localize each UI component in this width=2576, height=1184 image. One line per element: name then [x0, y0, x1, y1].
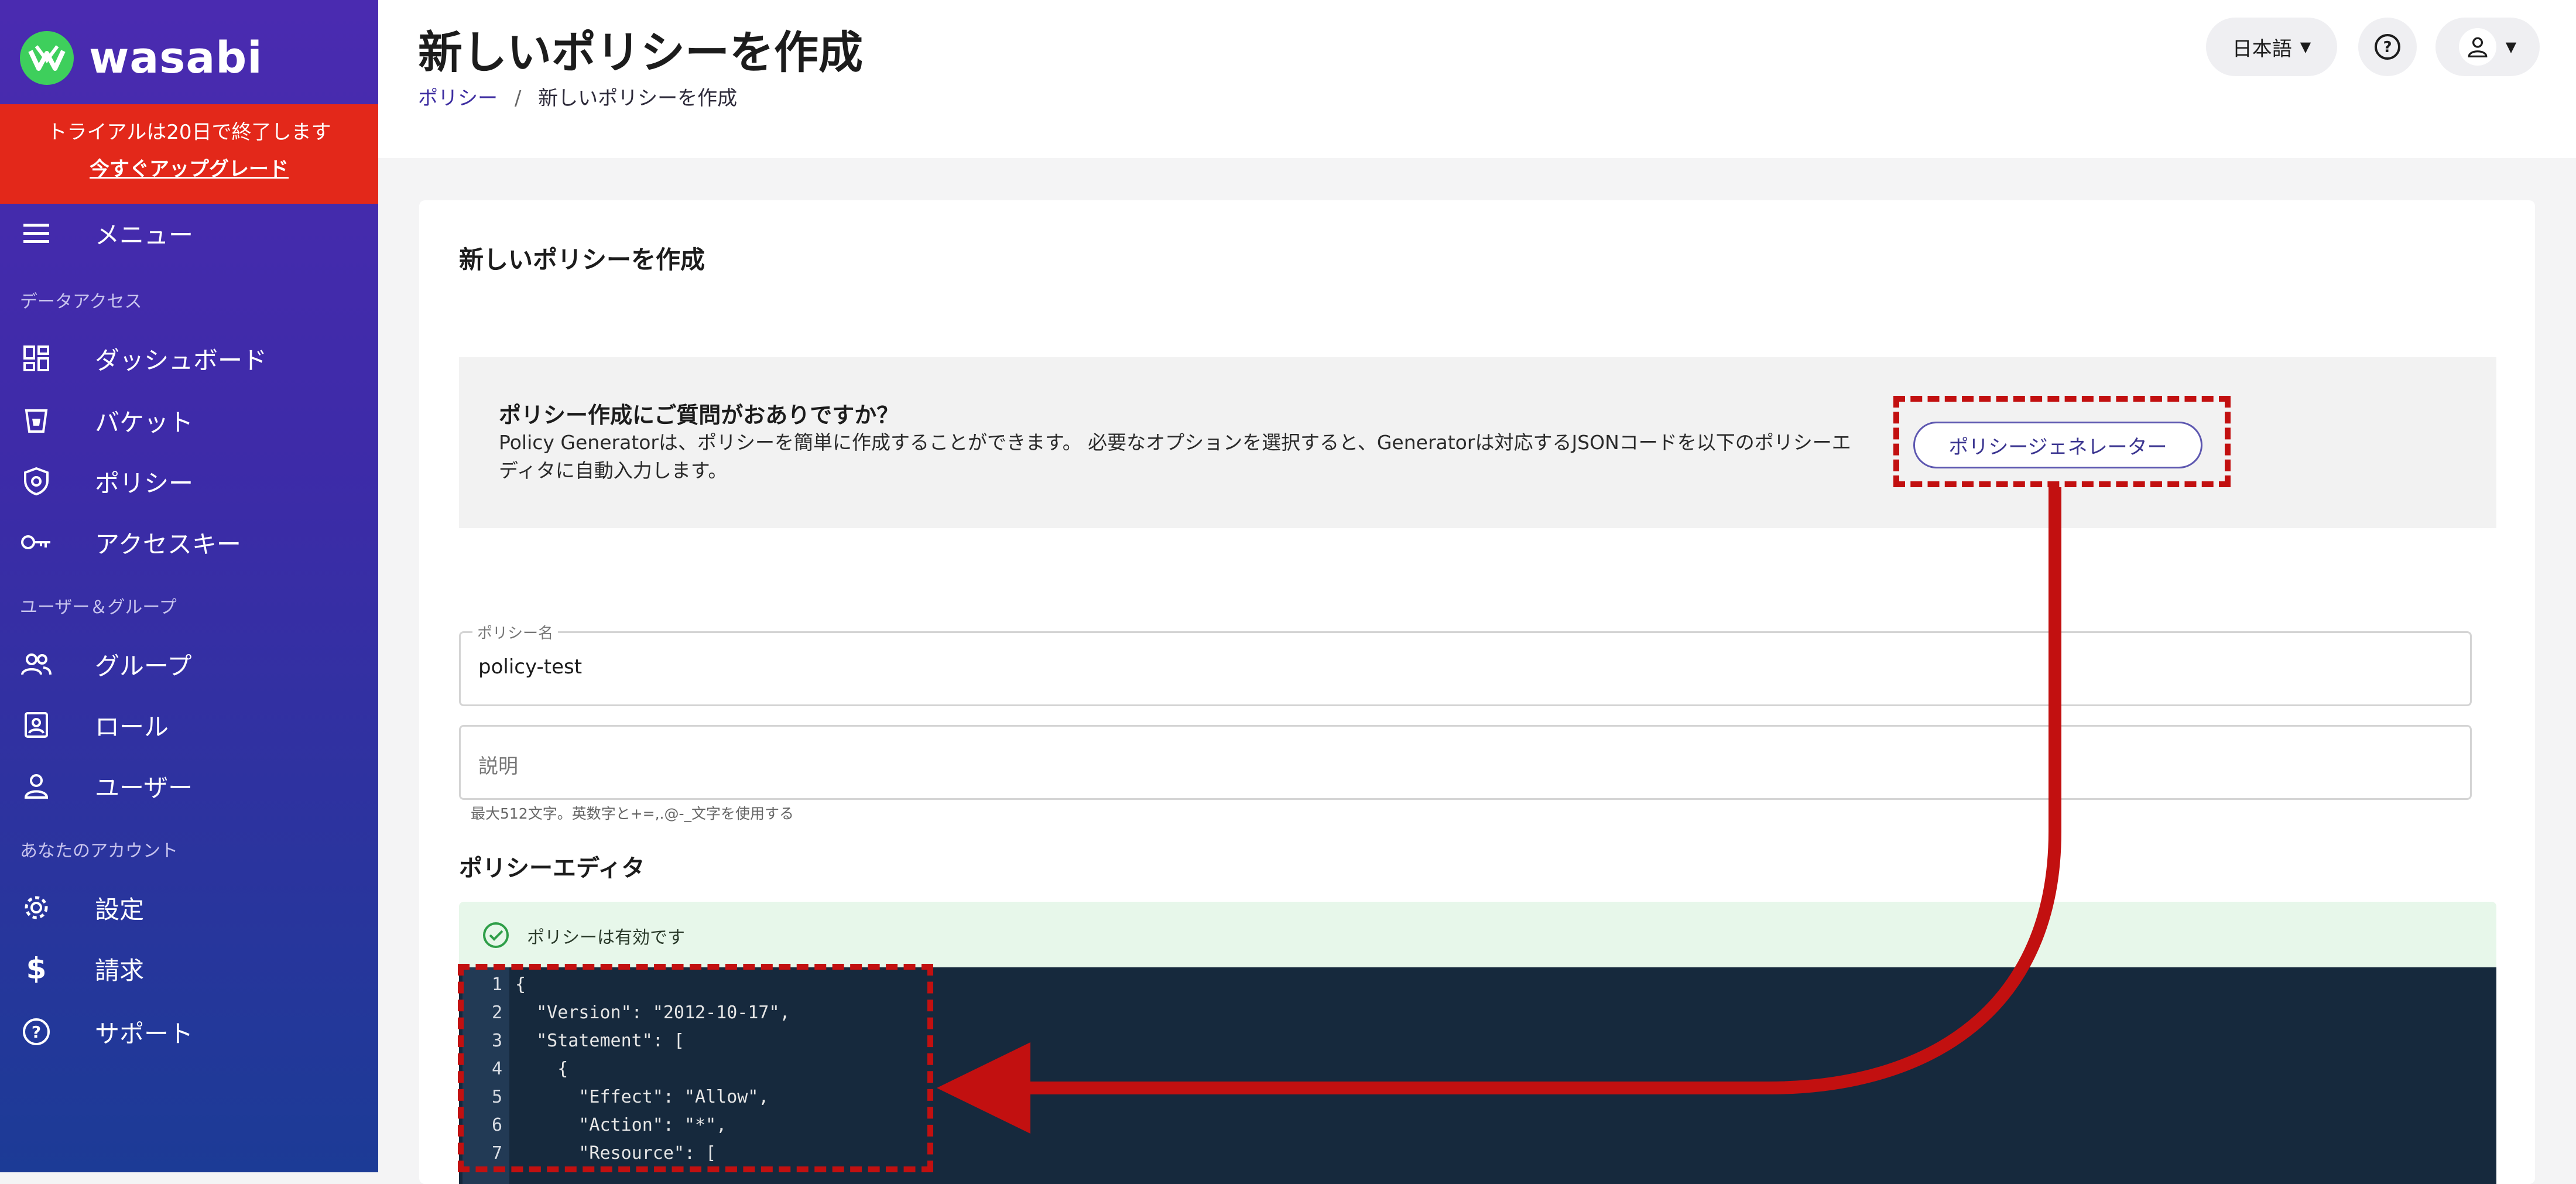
annotation-arrow	[937, 487, 2061, 1134]
